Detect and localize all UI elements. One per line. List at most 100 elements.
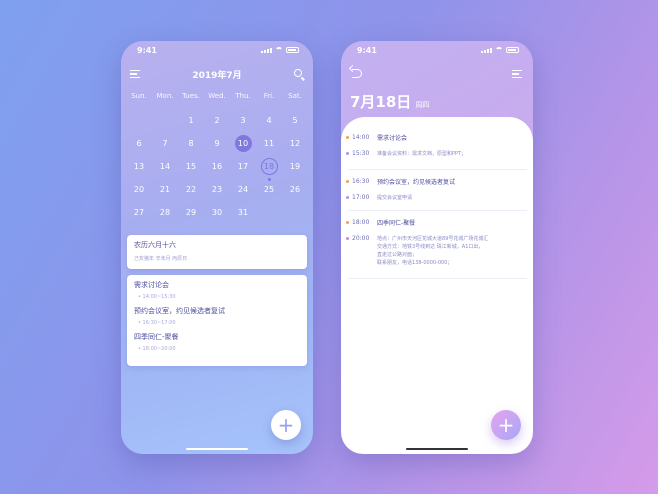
back-icon[interactable] bbox=[352, 69, 362, 78]
calendar-day[interactable]: 13 bbox=[126, 160, 152, 174]
calendar-day[interactable]: 25 bbox=[256, 183, 282, 197]
schedule-group[interactable]: 16:30 预约会议室，约见候选者复试 17:00 提交会议室申请 bbox=[346, 178, 523, 209]
lunar-date-title: 农历六月十六 bbox=[134, 241, 176, 249]
lunar-date-card[interactable]: 农历六月十六 己亥猪年 辛未月 丙辰日 bbox=[127, 235, 307, 269]
calendar-day-number: 8 bbox=[188, 139, 194, 148]
calendar-day[interactable]: 19 bbox=[282, 160, 308, 174]
schedule-row: 15:30 准备会议资料：需求文档，原型和PPT； bbox=[346, 150, 523, 158]
menu-icon[interactable] bbox=[512, 70, 522, 78]
home-indicator bbox=[406, 448, 468, 450]
calendar-day[interactable]: 21 bbox=[152, 183, 178, 197]
event-time: 16:30~17:00 bbox=[134, 320, 300, 326]
calendar-day-empty bbox=[152, 114, 178, 128]
calendar-day-number: 29 bbox=[185, 208, 197, 217]
calendar-day[interactable]: 3 bbox=[230, 114, 256, 128]
calendar-day-number: 7 bbox=[162, 139, 168, 148]
calendar-month-screen: 9:41 2019年7月 Sun. Mon. Tues. Wed. Thu. F… bbox=[121, 41, 313, 454]
calendar-day[interactable]: 18 bbox=[256, 158, 282, 181]
calendar-day[interactable]: 1 bbox=[178, 114, 204, 128]
date-heading: 7月18日 周四 bbox=[350, 91, 429, 112]
calendar-day[interactable]: 11 bbox=[256, 137, 282, 151]
schedule-time: 18:00 bbox=[346, 219, 377, 226]
date-label: 7月18日 bbox=[350, 93, 412, 111]
calendar-day[interactable]: 9 bbox=[204, 137, 230, 151]
calendar-day[interactable]: 10 bbox=[230, 135, 256, 152]
calendar-day-number: 31 bbox=[237, 208, 249, 217]
events-card: 需求讨论会 14:00~15:30 预约会议室，约见候选者复试 16:30~17… bbox=[127, 275, 307, 366]
calendar-day-number: 6 bbox=[136, 139, 142, 148]
calendar-day[interactable]: 5 bbox=[282, 114, 308, 128]
calendar-day[interactable]: 24 bbox=[230, 183, 256, 197]
add-event-button[interactable]: + bbox=[271, 410, 301, 440]
calendar-grid: 1 2 3 4 5 6 7 8 9 10 11 12 13 14 15 16 17 18 19 20 21 22 23 24 2… bbox=[126, 114, 308, 220]
battery-icon bbox=[286, 47, 299, 53]
calendar-day[interactable]: 23 bbox=[204, 183, 230, 197]
calendar-day-number: 10 bbox=[234, 135, 252, 152]
calendar-day[interactable]: 12 bbox=[282, 137, 308, 151]
calendar-day[interactable]: 4 bbox=[256, 114, 282, 128]
calendar-day[interactable]: 26 bbox=[282, 183, 308, 197]
calendar-day-number: 28 bbox=[159, 208, 171, 217]
calendar-day-number: 13 bbox=[133, 162, 145, 171]
calendar-day-number: 4 bbox=[266, 116, 272, 125]
event-item[interactable]: 预约会议室，约见候选者复试 16:30~17:00 bbox=[134, 306, 300, 326]
event-item[interactable]: 需求讨论会 14:00~15:30 bbox=[134, 280, 300, 300]
calendar-day[interactable]: 28 bbox=[152, 206, 178, 220]
month-title[interactable]: 2019年7月 bbox=[130, 68, 304, 81]
calendar-day[interactable]: 29 bbox=[178, 206, 204, 220]
calendar-day-number: 12 bbox=[289, 139, 301, 148]
add-event-button[interactable]: + bbox=[491, 410, 521, 440]
calendar-day[interactable]: 22 bbox=[178, 183, 204, 197]
schedule-header bbox=[350, 66, 524, 84]
schedule-sheet: 14:00 需求讨论会 15:30 准备会议资料：需求文档，原型和PPT； 16… bbox=[341, 117, 533, 454]
schedule-row: 联系朋友，电话138-0000-000； bbox=[346, 259, 523, 267]
detail-line: 直走过公路对面； bbox=[377, 252, 418, 258]
calendar-day-empty bbox=[126, 114, 152, 128]
calendar-day[interactable]: 14 bbox=[152, 160, 178, 174]
signal-icon bbox=[261, 47, 272, 53]
calendar-day[interactable]: 16 bbox=[204, 160, 230, 174]
calendar-day[interactable]: 2 bbox=[204, 114, 230, 128]
calendar-day[interactable]: 15 bbox=[178, 160, 204, 174]
calendar-day-number: 27 bbox=[133, 208, 145, 217]
schedule-group[interactable]: 18:00 四季同仁-聚餐 20:00 地点：广州市天河区花城大道89号花城广场… bbox=[346, 219, 523, 267]
event-title: 四季同仁-聚餐 bbox=[134, 333, 179, 341]
schedule-group[interactable]: 14:00 需求讨论会 15:30 准备会议资料：需求文档，原型和PPT； bbox=[346, 134, 523, 165]
schedule-time: 15:30 bbox=[346, 150, 377, 157]
calendar-day[interactable]: 27 bbox=[126, 206, 152, 220]
weekday-label: 周四 bbox=[415, 101, 430, 109]
event-title: 预约会议室，约见候选者复试 bbox=[134, 307, 225, 315]
schedule-title: 需求讨论会 bbox=[377, 135, 408, 142]
weekday-label: Tues. bbox=[182, 92, 200, 100]
event-time: 18:00~20:00 bbox=[134, 346, 300, 352]
event-indicator-dot bbox=[267, 178, 271, 181]
search-icon[interactable] bbox=[294, 69, 302, 77]
calendar-day[interactable]: 7 bbox=[152, 137, 178, 151]
status-icons bbox=[481, 47, 519, 53]
calendar-day[interactable]: 20 bbox=[126, 183, 152, 197]
wifi-icon bbox=[275, 47, 283, 53]
event-item[interactable]: 四季同仁-聚餐 18:00~20:00 bbox=[134, 332, 300, 352]
status-time: 9:41 bbox=[137, 46, 157, 55]
schedule-note: 提交会议室申请 bbox=[377, 195, 413, 201]
calendar-day-number: 9 bbox=[214, 139, 220, 148]
calendar-day[interactable]: 6 bbox=[126, 137, 152, 151]
calendar-day[interactable]: 17 bbox=[230, 160, 256, 174]
calendar-day-number: 14 bbox=[159, 162, 171, 171]
calendar-day-number: 30 bbox=[211, 208, 223, 217]
calendar-day[interactable]: 31 bbox=[230, 206, 256, 220]
calendar-day[interactable]: 8 bbox=[178, 137, 204, 151]
schedule-row: 18:00 四季同仁-聚餐 bbox=[346, 219, 523, 228]
weekday-label: Mon. bbox=[156, 92, 174, 100]
calendar-day[interactable]: 30 bbox=[204, 206, 230, 220]
schedule-time: 14:00 bbox=[346, 134, 377, 141]
schedule-row: 17:00 提交会议室申请 bbox=[346, 194, 523, 202]
schedule-note: 准备会议资料：需求文档，原型和PPT； bbox=[377, 151, 467, 157]
signal-icon bbox=[481, 47, 492, 53]
weekday-label: Wed. bbox=[208, 92, 226, 100]
home-indicator bbox=[186, 448, 248, 450]
weekday-row: Sun. Mon. Tues. Wed. Thu. Fri. Sat. bbox=[126, 92, 308, 100]
detail-line: 交通方式：地铁3号线到达 珠江新城，A1口出， bbox=[377, 244, 484, 250]
battery-icon bbox=[506, 47, 519, 53]
calendar-day-number: 5 bbox=[292, 116, 298, 125]
